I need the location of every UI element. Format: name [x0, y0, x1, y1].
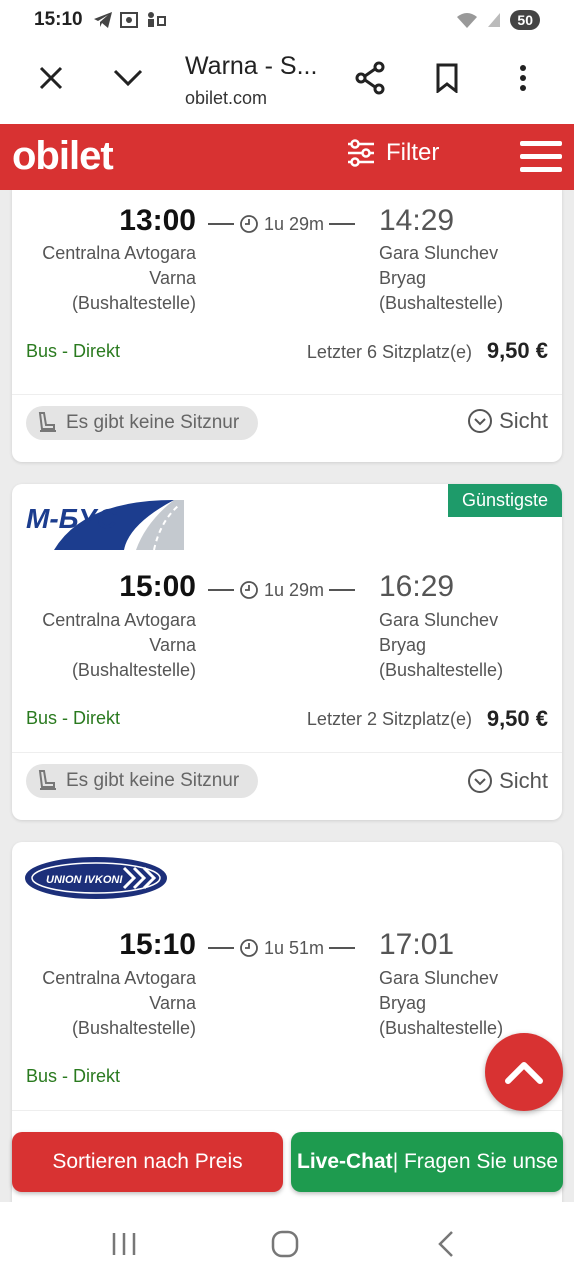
share-button[interactable] [346, 54, 394, 102]
arrival-time: 16:29 [379, 570, 455, 603]
bookmark-icon [436, 63, 458, 93]
duration-text: 1u 51m [264, 937, 325, 958]
departure-stop: Centralna Avtogara Varna (Bushaltestelle… [42, 610, 196, 680]
seat-info-pill: Es gibt keine Sitznur [26, 406, 258, 440]
show-details-button[interactable]: Sicht [467, 408, 548, 434]
bus-type: Bus - Direkt [26, 1066, 121, 1086]
arrival-stop: Gara Slunchev Bryag (Bushaltestelle) [379, 968, 504, 1038]
arrival-time: 17:01 [379, 928, 455, 961]
journey-times: 13:00 1u 29m 14:29 [12, 204, 562, 244]
journey-card[interactable]: 13:00 1u 29m 14:29 Centralna Avtogara Va… [12, 190, 562, 462]
operator-logo-mbus: М-БУС [24, 498, 184, 555]
sort-by-price-button[interactable]: Sortieren nach Preis [12, 1132, 283, 1192]
departure-time: 15:00 [119, 570, 196, 603]
show-details-button[interactable]: Sicht [467, 768, 548, 794]
price: 9,50 € [486, 338, 548, 363]
battery-indicator: 50 [510, 10, 540, 30]
back-button[interactable] [426, 1224, 466, 1264]
page-domain[interactable]: obilet.com [185, 88, 267, 109]
arrival-stop: Gara Slunchev Bryag (Bushaltestelle) [379, 243, 504, 313]
bus-type: Bus - Direkt [26, 341, 121, 361]
journey-times: 15:00 1u 29m 16:29 [12, 570, 562, 610]
clock-icon [240, 939, 258, 957]
duration-text: 1u 29m [264, 579, 325, 600]
chevron-up-icon [505, 1062, 543, 1084]
system-navigation-bar [0, 1202, 574, 1280]
page-title[interactable]: Warna - S... [185, 52, 325, 81]
hamburger-menu-icon [520, 141, 562, 172]
journey-times: 15:10 1u 51m 17:01 [12, 928, 562, 968]
clock-icon [240, 215, 258, 233]
journey-card[interactable]: Günstigste М-БУС 15:00 1u 29m 16:29 Cent… [12, 484, 562, 820]
cheapest-badge: Günstigste [447, 484, 562, 517]
duration: 1u 29m [208, 212, 366, 236]
duration: 1u 51m [208, 936, 366, 960]
more-vertical-icon [520, 65, 526, 91]
screenshot-icon [119, 12, 138, 28]
filter-sliders-icon [348, 139, 374, 167]
seats-left: Letzter 2 Sitzplatz(e) [306, 709, 472, 729]
close-tab-button[interactable] [27, 54, 75, 102]
divider [12, 394, 562, 395]
departure-stop: Centralna Avtogara Varna (Bushaltestelle… [42, 243, 196, 313]
more-options-button[interactable] [499, 54, 547, 102]
seat-icon [38, 412, 56, 432]
departure-time: 15:10 [119, 928, 196, 961]
status-bar: 15:10 50 [0, 0, 574, 40]
seat-icon [38, 770, 56, 790]
clock-icon [240, 581, 258, 599]
recent-apps-icon [112, 1233, 136, 1255]
browser-toolbar: Warna - S... obilet.com [0, 40, 574, 124]
divider [12, 1110, 562, 1111]
chevron-down-circle-icon [468, 409, 493, 433]
system-status: 50 [456, 10, 540, 30]
telegram-icon [93, 12, 112, 28]
duration-text: 1u 29m [264, 213, 325, 234]
svg-text:UNION IVKONI: UNION IVKONI [46, 874, 123, 886]
filter-button[interactable]: Filter [346, 138, 439, 168]
duration: 1u 29m [208, 578, 366, 602]
home-button[interactable] [265, 1224, 305, 1264]
live-chat-button[interactable]: Live-Chat | Fragen Sie unse [291, 1132, 563, 1192]
obilet-logo[interactable]: obilet [12, 134, 114, 179]
seats-left: Letzter 6 Sitzplatz(e) [306, 342, 472, 362]
filter-label: Filter [386, 139, 440, 166]
home-icon [271, 1230, 299, 1258]
journey-list[interactable]: 13:00 1u 29m 14:29 Centralna Avtogara Va… [0, 190, 574, 1202]
back-icon [438, 1231, 453, 1257]
share-icon [355, 61, 385, 95]
close-icon [39, 66, 63, 90]
seat-info-pill: Es gibt keine Sitznur [26, 764, 258, 798]
signal-icon [488, 13, 501, 27]
price: 9,50 € [486, 706, 548, 731]
operator-logo-union-ivkoni: UNION IVKONI [24, 856, 170, 905]
bus-type: Bus - Direkt [26, 708, 121, 728]
scroll-to-top-button[interactable] [485, 1033, 563, 1111]
collapse-button[interactable] [104, 54, 152, 102]
status-time: 15:10 [34, 9, 83, 30]
departure-time: 13:00 [119, 204, 196, 237]
app-header: obilet Filter [0, 124, 574, 190]
departure-stop: Centralna Avtogara Varna (Bushaltestelle… [42, 968, 196, 1038]
svg-text:М-БУС: М-БУС [26, 503, 118, 534]
notification-icons [93, 11, 167, 29]
recent-apps-button[interactable] [104, 1224, 144, 1264]
wifi-icon [457, 13, 478, 28]
menu-button[interactable] [520, 140, 562, 174]
arrival-stop: Gara Slunchev Bryag (Bushaltestelle) [379, 610, 504, 680]
arrival-time: 14:29 [379, 204, 455, 237]
chevron-down-circle-icon [468, 769, 493, 793]
divider [12, 752, 562, 753]
chevron-down-icon [113, 69, 143, 87]
bookmark-button[interactable] [423, 54, 471, 102]
accessibility-icon [147, 12, 166, 27]
